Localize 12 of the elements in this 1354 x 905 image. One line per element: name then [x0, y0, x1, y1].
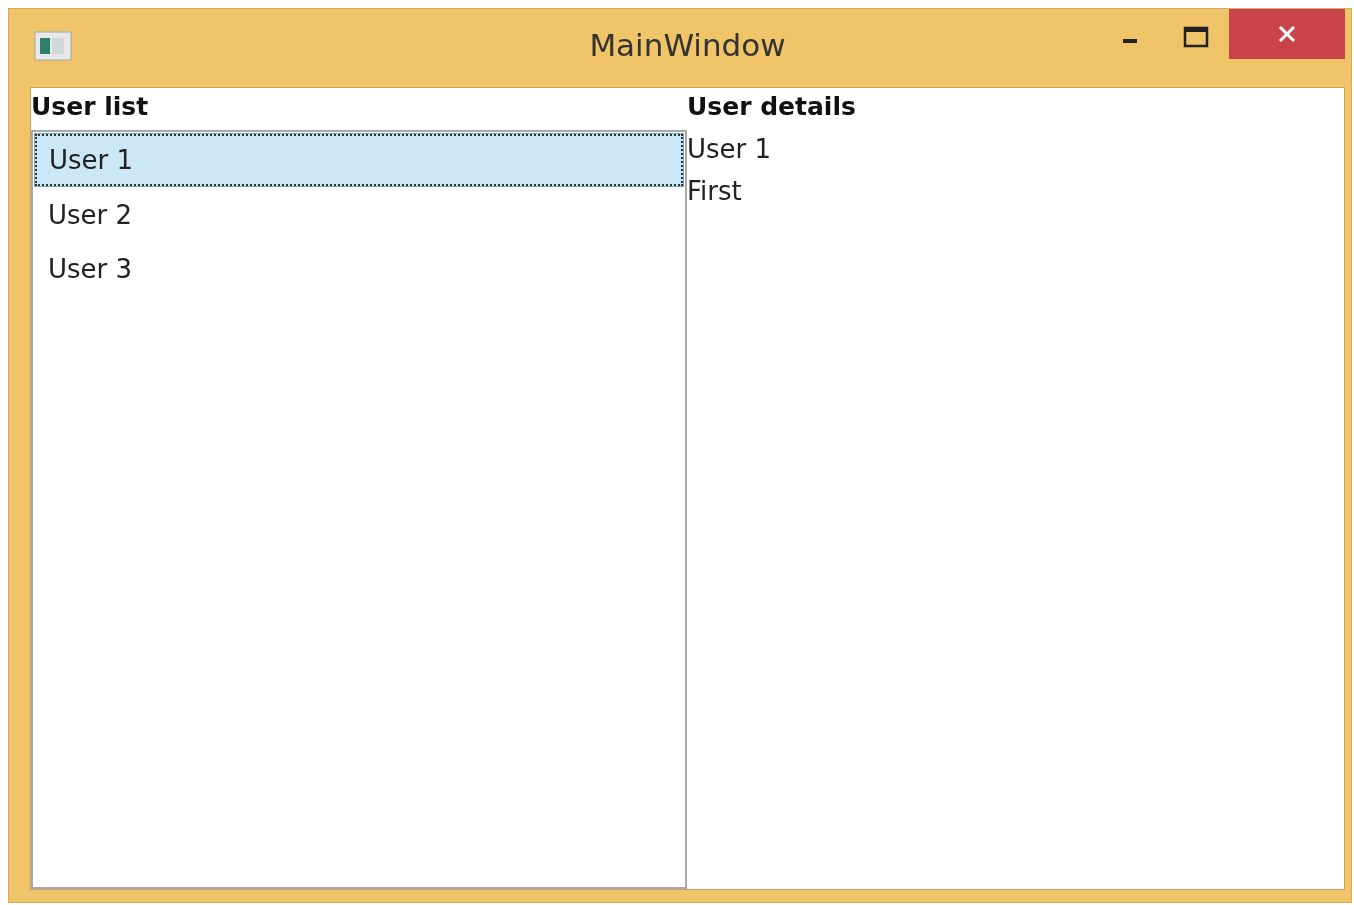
close-icon — [1276, 23, 1298, 45]
detail-text: First — [687, 175, 743, 208]
window-title: MainWindow — [589, 27, 786, 63]
list-item[interactable]: User 2 — [35, 190, 683, 240]
minimize-icon — [1123, 39, 1137, 43]
section-heading: User details — [687, 91, 857, 123]
list-item[interactable]: User 3 — [35, 244, 683, 294]
detail-text: User 1 — [687, 133, 773, 166]
app-icon — [34, 31, 72, 61]
list-item[interactable]: User 1 — [35, 134, 683, 186]
section-heading: User list — [31, 91, 150, 123]
maximize-icon — [1183, 26, 1209, 48]
